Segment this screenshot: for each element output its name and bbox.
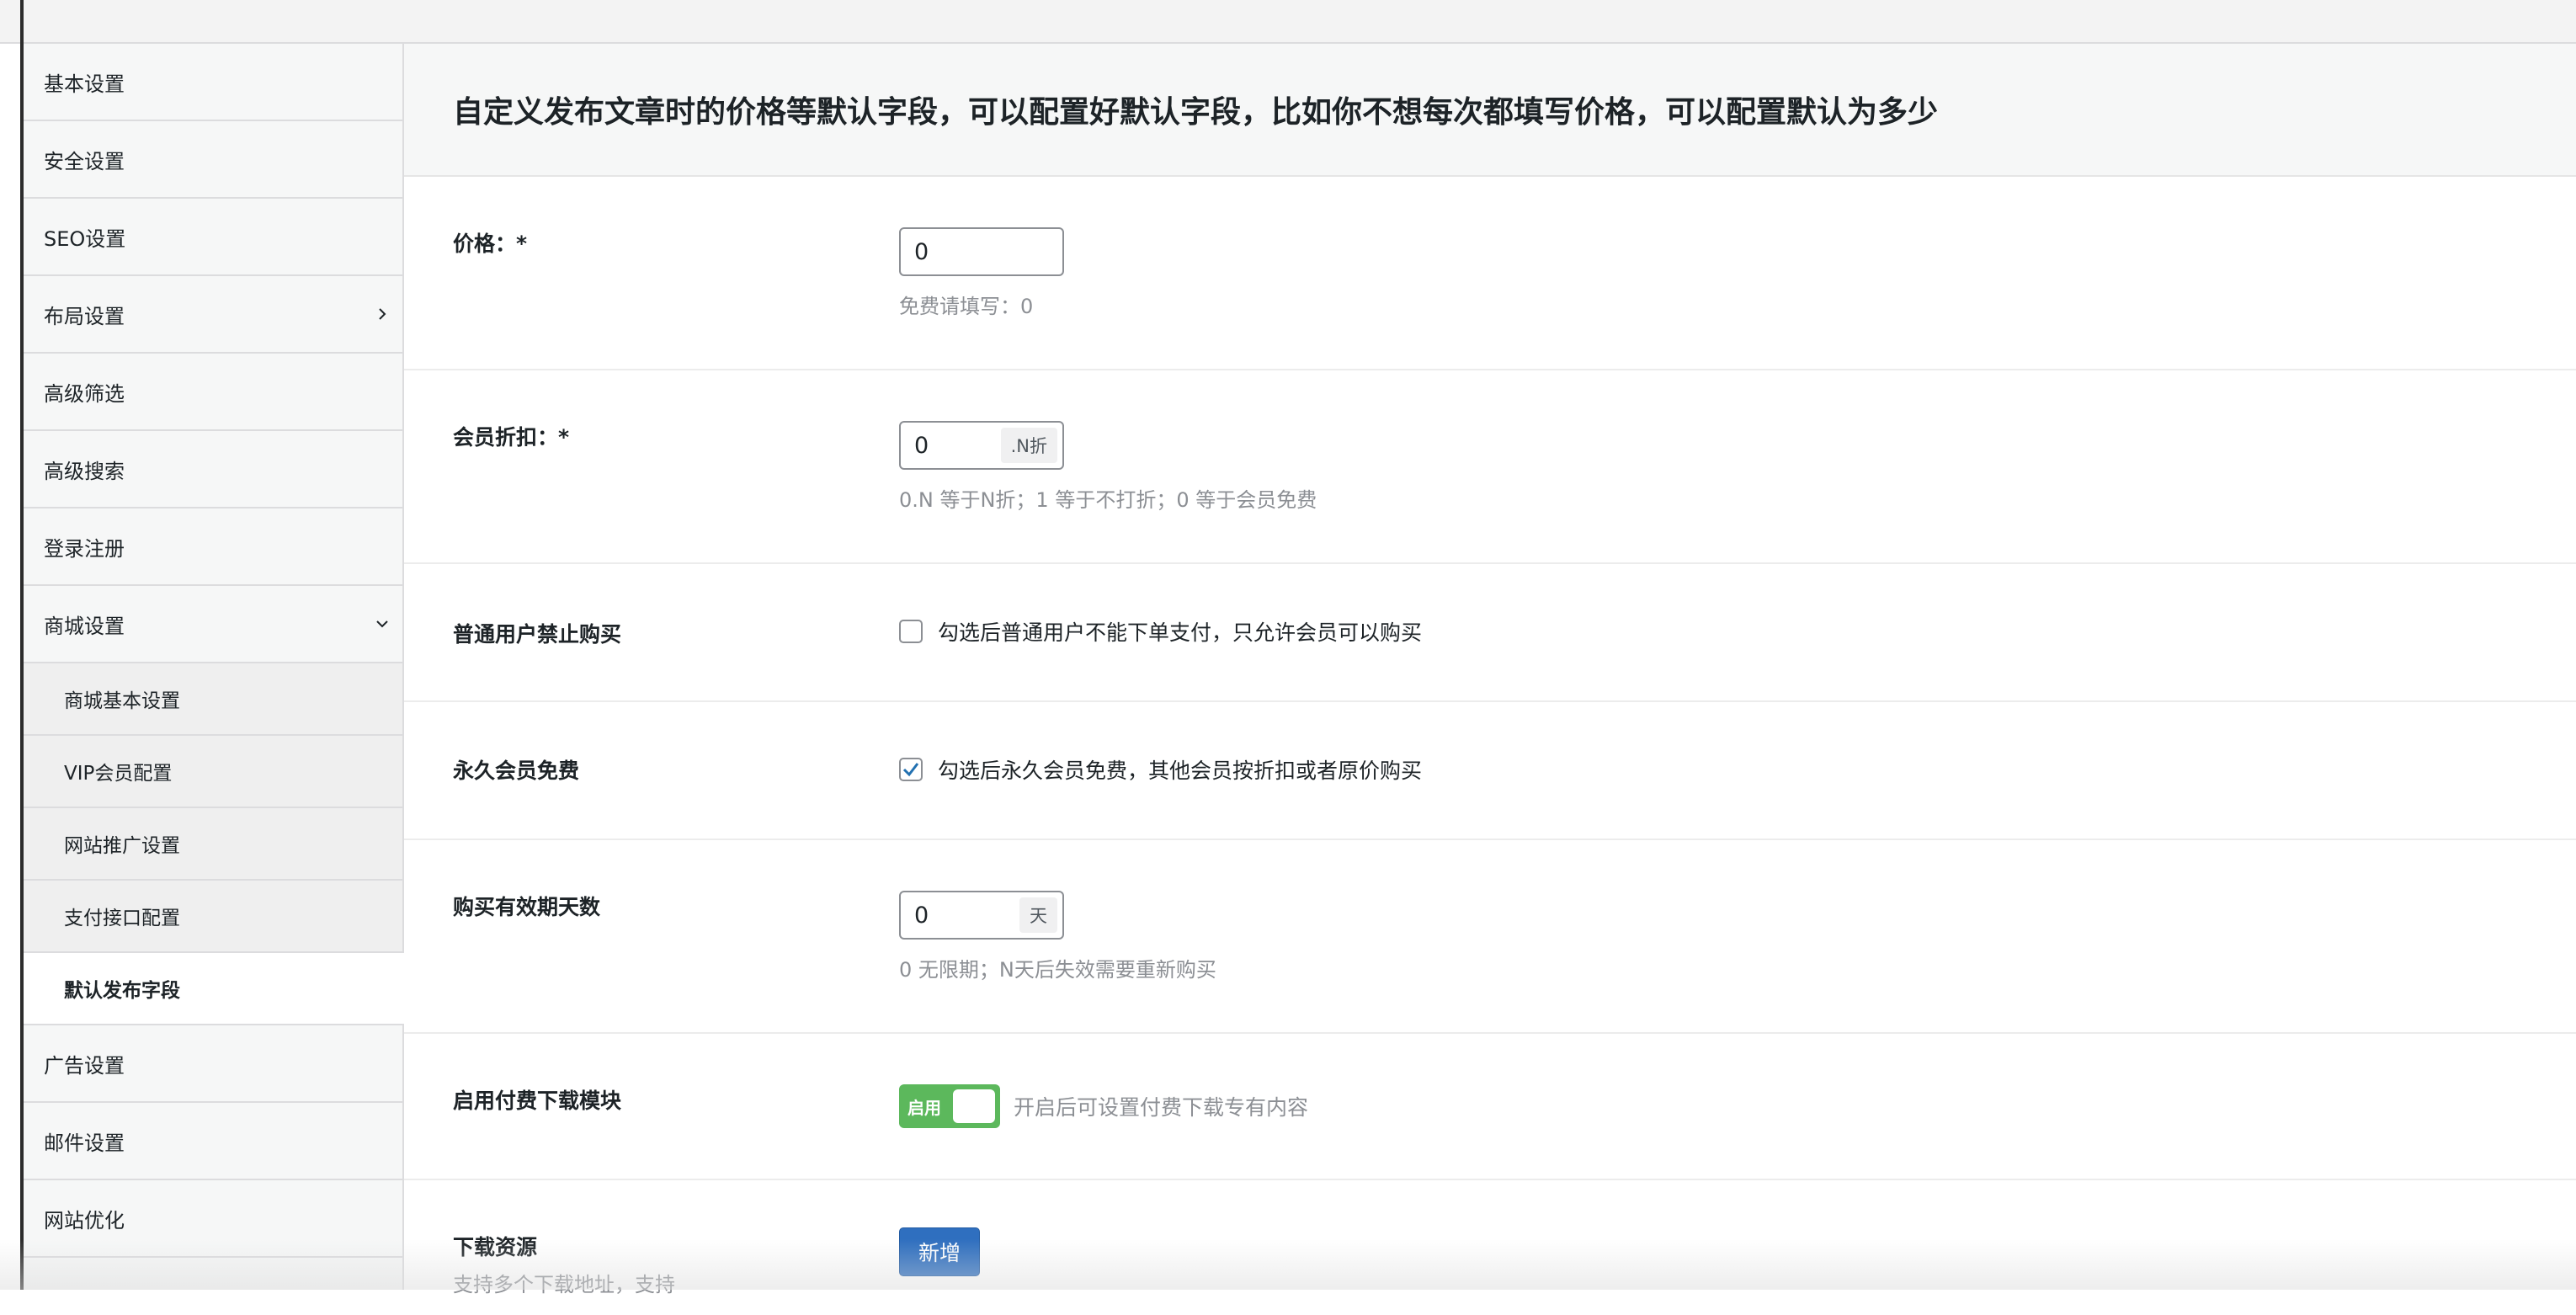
sidebar-item-login-register[interactable]: 登录注册 (24, 508, 402, 586)
toggle-description: 开启后可设置付费下载专有内容 (1014, 1095, 1309, 1120)
field-label: 下载资源 (453, 1235, 538, 1259)
field-control: 启用 开启后可设置付费下载专有内容 (899, 1084, 1308, 1128)
sidebar-item-label: 网站优化 (44, 1208, 125, 1232)
lifetime-free-checkbox[interactable] (899, 758, 923, 781)
field-label: 价格：* (453, 232, 528, 256)
field-label: 启用付费下载模块 (453, 1089, 622, 1113)
shop-submenu: 商城基本设置 VIP会员配置 网站推广设置 支付接口配置 默认发布字段 (24, 663, 404, 1025)
field-label: 购买有效期天数 (453, 895, 601, 919)
checkmark-icon (902, 763, 919, 777)
submenu-item-default-fields[interactable]: 默认发布字段 (24, 953, 404, 1025)
sidebar-item-label: 高级筛选 (44, 381, 125, 406)
field-row-download-resources: 下载资源 支持多个下载地址，支持 新增 (404, 1180, 2576, 1315)
submenu-item-shop-basic[interactable]: 商城基本设置 (24, 663, 402, 736)
field-control: 勾选后永久会员免费，其他会员按折扣或者原价购买 (899, 754, 1422, 785)
field-row-no-normal-buy: 普通用户禁止购买 勾选后普通用户不能下单支付，只允许会员可以购买 (404, 564, 2576, 702)
field-label: 会员折扣：* (453, 425, 570, 450)
submenu-item-label: 网站推广设置 (64, 835, 180, 857)
toggle-on-label: 启用 (907, 1097, 941, 1118)
main-panel: 自定义发布文章时的价格等默认字段，可以配置好默认字段，比如你不想每次都填写价格，… (404, 44, 2576, 1296)
input-suffix: 天 (1019, 897, 1057, 933)
page-title: 自定义发布文章时的价格等默认字段，可以配置好默认字段，比如你不想每次都填写价格，… (453, 95, 1939, 130)
sidebar-item-label: 安全设置 (44, 149, 125, 173)
input-suffix: .N折 (1000, 428, 1057, 463)
paid-download-toggle[interactable]: 启用 (899, 1084, 1000, 1128)
field-label: 永久会员免费 (453, 759, 580, 783)
field-control: 新增 (899, 1227, 980, 1276)
chevron-down-icon (375, 586, 389, 662)
price-input[interactable]: 0 (899, 227, 1064, 276)
sidebar-item-layout[interactable]: 布局设置 (24, 276, 402, 354)
sidebar-item-label: 高级搜索 (44, 459, 125, 483)
field-label: 普通用户禁止购买 (453, 622, 622, 647)
sidebar: 基本设置 安全设置 SEO设置 布局设置 高级筛选 高级搜索 登录注册 商城设置… (24, 44, 404, 1290)
checkbox-label: 勾选后永久会员免费，其他会员按折扣或者原价购买 (938, 759, 1423, 783)
top-bar (0, 0, 2576, 44)
field-row-valid-days: 购买有效期天数 0 天 0 无限期；N天后失效需要重新购买 (404, 840, 2576, 1034)
field-hint: 0 无限期；N天后失效需要重新购买 (899, 958, 1216, 982)
sidebar-item-security[interactable]: 安全设置 (24, 121, 402, 199)
section-header: 自定义发布文章时的价格等默认字段，可以配置好默认字段，比如你不想每次都填写价格，… (404, 44, 2576, 177)
field-row-lifetime-free: 永久会员免费 勾选后永久会员免费，其他会员按折扣或者原价购买 (404, 702, 2576, 840)
submenu-item-label: VIP会员配置 (64, 763, 173, 785)
submenu-item-vip[interactable]: VIP会员配置 (24, 736, 402, 808)
submenu-item-promotion[interactable]: 网站推广设置 (24, 808, 402, 881)
sidebar-item-basic[interactable]: 基本设置 (24, 44, 402, 121)
input-value: 0 (914, 238, 929, 265)
field-row-paid-download: 启用付费下载模块 启用 开启后可设置付费下载专有内容 (404, 1034, 2576, 1180)
field-hint: 免费请填写：0 (899, 295, 1034, 318)
no-normal-buy-checkbox[interactable] (899, 620, 923, 643)
submenu-item-payment[interactable]: 支付接口配置 (24, 881, 402, 953)
sidebar-item-label: 布局设置 (44, 304, 125, 328)
field-control: 0 .N折 0.N 等于N折；1 等于不打折；0 等于会员免费 (899, 421, 1317, 513)
sidebar-item-mail[interactable]: 邮件设置 (24, 1103, 402, 1180)
sidebar-item-label: 广告设置 (44, 1053, 125, 1078)
add-download-button[interactable]: 新增 (899, 1227, 980, 1276)
field-sublabel: 支持多个下载地址，支持 (453, 1273, 675, 1296)
valid-days-input[interactable]: 0 天 (899, 891, 1064, 940)
field-row-price: 价格：* 0 免费请填写：0 (404, 177, 2576, 370)
checkbox-label: 勾选后普通用户不能下单支付，只允许会员可以购买 (938, 620, 1423, 645)
sidebar-item-ads[interactable]: 广告设置 (24, 1025, 402, 1103)
submenu-item-label: 支付接口配置 (64, 908, 180, 929)
sidebar-item-label: 基本设置 (44, 72, 125, 96)
input-value: 0 (914, 902, 929, 929)
field-row-discount: 会员折扣：* 0 .N折 0.N 等于N折；1 等于不打折；0 等于会员免费 (404, 370, 2576, 564)
sidebar-item-shop[interactable]: 商城设置 (24, 586, 402, 663)
toggle-knob (953, 1089, 995, 1123)
field-control: 勾选后普通用户不能下单支付，只允许会员可以购买 (899, 616, 1422, 647)
sidebar-item-label: SEO设置 (44, 226, 126, 251)
submenu-item-label: 商城基本设置 (64, 690, 180, 712)
chevron-right-icon (375, 276, 389, 352)
discount-input[interactable]: 0 .N折 (899, 421, 1064, 470)
field-control: 0 天 0 无限期；N天后失效需要重新购买 (899, 891, 1216, 982)
input-value: 0 (914, 432, 929, 459)
field-hint: 0.N 等于N折；1 等于不打折；0 等于会员免费 (899, 488, 1317, 512)
submenu-item-label: 默认发布字段 (64, 980, 180, 1002)
sidebar-item-advanced-filter[interactable]: 高级筛选 (24, 354, 402, 431)
field-control: 0 免费请填写：0 (899, 227, 1064, 319)
sidebar-item-label: 登录注册 (44, 536, 125, 561)
sidebar-item-label: 商城设置 (44, 614, 125, 638)
sidebar-item-advanced-search[interactable]: 高级搜索 (24, 431, 402, 508)
sidebar-item-seo[interactable]: SEO设置 (24, 199, 402, 276)
sidebar-item-optimize[interactable]: 网站优化 (24, 1180, 402, 1258)
sidebar-item-label: 邮件设置 (44, 1131, 125, 1155)
